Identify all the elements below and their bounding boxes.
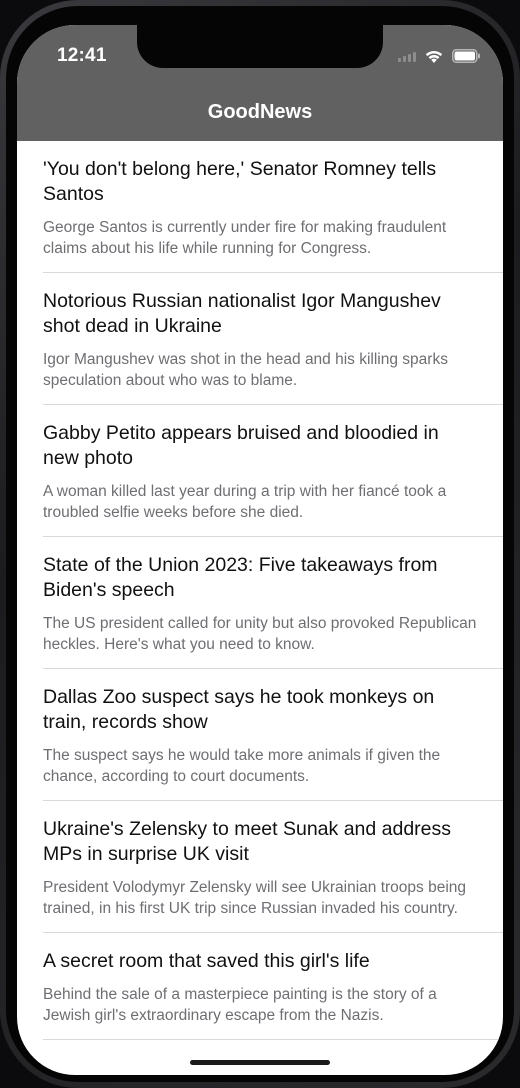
news-list-item[interactable]: Gabby Petito appears bruised and bloodie… [17, 405, 503, 537]
status-icons [398, 47, 481, 65]
home-indicator[interactable] [190, 1060, 330, 1065]
news-list-item[interactable]: Dallas Zoo suspect says he took monkeys … [17, 669, 503, 801]
news-summary: Behind the sale of a masterpiece paintin… [43, 986, 437, 1024]
news-summary: President Volodymyr Zelensky will see Uk… [43, 879, 467, 917]
news-title: Gabby Petito appears bruised and bloodie… [43, 422, 439, 469]
news-list-item[interactable]: Ukraine's Zelensky to meet Sunak and add… [17, 801, 503, 933]
battery-icon [452, 49, 481, 63]
news-title: A secret room that saved this girl's lif… [43, 950, 370, 972]
status-time: 12:41 [57, 45, 107, 66]
news-list-item[interactable]: State of the Union 2023: Five takeaways … [17, 537, 503, 669]
news-summary: George Santos is currently under fire fo… [43, 219, 447, 257]
news-title: Ukraine's Zelensky to meet Sunak and add… [43, 818, 452, 865]
news-title: Dallas Zoo suspect says he took monkeys … [43, 686, 435, 733]
navigation-header: 12:41 GoodNews [17, 25, 503, 141]
app-screen: 12:41 GoodNews 'You don't belong here,' … [17, 25, 503, 1075]
news-list-item[interactable]: Notorious Russian nationalist Igor Mangu… [17, 273, 503, 405]
nav-title: GoodNews [207, 101, 313, 123]
news-list-item[interactable]: 'You don't belong here,' Senator Romney … [17, 141, 503, 273]
device-notch [137, 25, 383, 68]
wifi-icon [424, 49, 444, 64]
news-summary: The US president called for unity but al… [43, 615, 477, 653]
news-title: 'You don't belong here,' Senator Romney … [43, 158, 437, 205]
news-summary: Igor Mangushev was shot in the head and … [43, 351, 448, 389]
news-list-item[interactable]: A secret room that saved this girl's lif… [17, 933, 503, 1040]
news-title: State of the Union 2023: Five takeaways … [43, 554, 438, 601]
news-summary: The suspect says he would take more anim… [43, 747, 441, 785]
news-summary: A woman killed last year during a trip w… [43, 483, 447, 521]
news-list[interactable]: 'You don't belong here,' Senator Romney … [17, 141, 503, 1040]
cellular-signal-icon [398, 50, 416, 62]
news-title: Notorious Russian nationalist Igor Mangu… [43, 290, 441, 337]
